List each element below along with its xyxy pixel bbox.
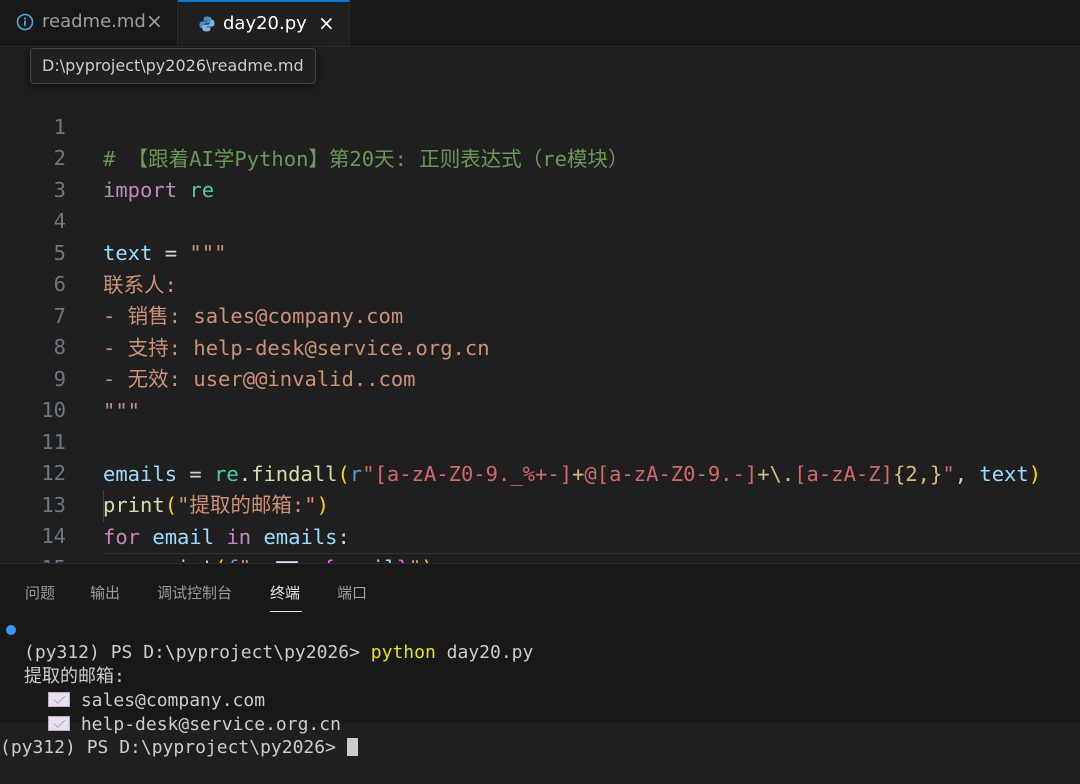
code-line: 14 print(f" {email}") bbox=[0, 488, 1080, 563]
current-line-highlight bbox=[103, 553, 1080, 554]
tab-debug-console[interactable]: 调试控制台 bbox=[157, 582, 232, 603]
tab-readme-label: readme.md bbox=[42, 11, 146, 32]
code-line: 4 text = """ bbox=[0, 173, 1080, 265]
code-line: 5 联系人: bbox=[0, 205, 1080, 297]
file-path-tooltip: D:\pyproject\py2026\readme.md bbox=[30, 48, 316, 84]
terminal-line: help-desk@service.org.cn bbox=[0, 689, 1080, 735]
indent-guide bbox=[103, 490, 104, 522]
editor-tab-bar: readme.md × day20.py × bbox=[0, 0, 1080, 47]
tab-terminal[interactable]: 终端 bbox=[270, 582, 300, 603]
code-line: 11 emails = re.findall(r"[a-zA-Z0-9._%+-… bbox=[0, 394, 1080, 486]
tab-readme[interactable]: readme.md × bbox=[0, 0, 178, 46]
code-line: 12 print("提取的邮箱:") bbox=[0, 425, 1080, 517]
command-status-icon bbox=[6, 625, 16, 635]
close-icon[interactable]: × bbox=[318, 13, 335, 33]
code-line: 6 - 销售: sales@company.com bbox=[0, 236, 1080, 328]
code-line: 15 bbox=[0, 520, 1080, 563]
code-line: 10 bbox=[0, 362, 1080, 422]
code-line: 3 bbox=[0, 142, 1080, 202]
code-line: 7 - 支持: help-desk@service.org.cn bbox=[0, 268, 1080, 360]
code-line: 13 for email in emails: bbox=[0, 457, 1080, 549]
terminal-prompt: (py312) PS D:\pyproject\py2026> bbox=[0, 737, 347, 758]
bottom-panel: 问题 输出 调试控制台 终端 端口 (py312) PS D:\pyprojec… bbox=[0, 563, 1080, 758]
close-icon[interactable]: × bbox=[146, 11, 163, 31]
terminal-cursor bbox=[346, 738, 358, 756]
tab-ports[interactable]: 端口 bbox=[337, 582, 367, 603]
tab-output[interactable]: 输出 bbox=[90, 582, 120, 603]
tab-day20[interactable]: day20.py × bbox=[178, 0, 350, 46]
info-icon bbox=[16, 13, 34, 31]
terminal-line: 提取的邮箱: bbox=[0, 641, 1080, 687]
code-line: 8 - 无效: user@@invalid..com bbox=[0, 299, 1080, 391]
active-tab-indicator bbox=[270, 611, 302, 612]
code-line: 2 import re bbox=[0, 110, 1080, 202]
terminal-line: sales@company.com bbox=[0, 665, 1080, 711]
tab-day20-label: day20.py bbox=[223, 13, 307, 34]
code-line: 9 """ bbox=[0, 331, 1080, 423]
python-icon bbox=[199, 16, 215, 32]
terminal-line[interactable]: (py312) PS D:\pyproject\py2026> bbox=[0, 712, 1080, 758]
terminal-line: (py312) PS D:\pyproject\py2026> python d… bbox=[0, 617, 1080, 663]
code-editor[interactable]: 1 # 【跟着AI学Python】第20天: 正则表达式（re模块） 2 imp… bbox=[0, 47, 1080, 563]
tab-problems[interactable]: 问题 bbox=[25, 582, 55, 603]
